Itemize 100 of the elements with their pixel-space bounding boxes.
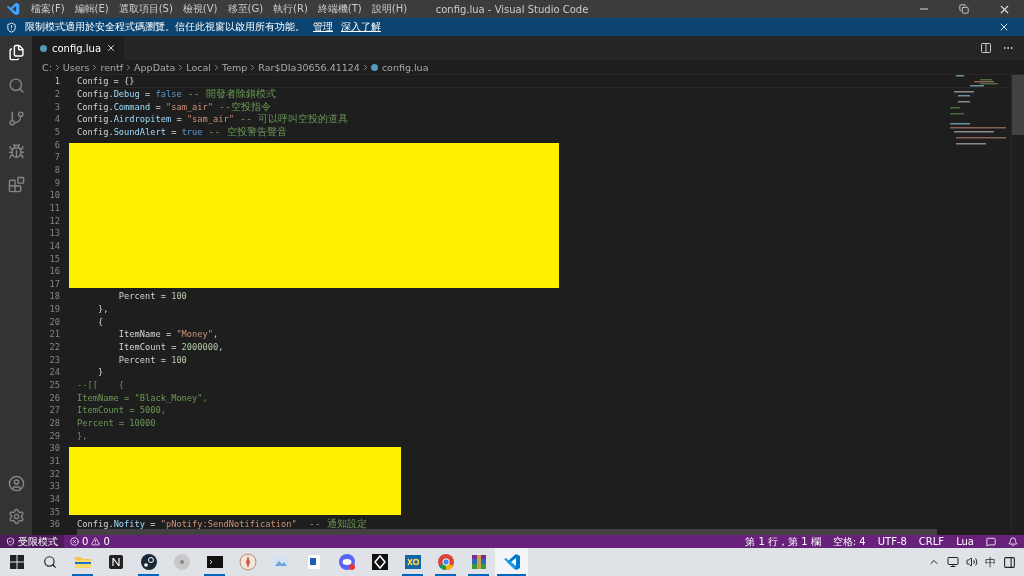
code-line: Config.Airdropitem = "sam_air" -- 可以呼叫空投的道具 [77,113,350,126]
error-count: 0 [82,536,89,547]
status-item[interactable]: 第 1 行，第 1 欄 [739,534,827,549]
code-line: } [96,366,105,379]
line-number: 17 [48,278,60,289]
line-number: 2 [53,89,60,99]
menu-item[interactable]: 檢視(V) [177,2,223,16]
game-icon [370,553,389,571]
breadcrumb-item[interactable]: Users [62,62,90,73]
lua-file-icon [370,64,378,71]
restore-icon [959,4,969,14]
breadcrumb-item[interactable]: C: [42,62,52,73]
window-title: config.lua - Visual Studio Code [435,3,589,15]
banner-message: 限制模式適用於安全程式碼瀏覽。信任此視窗以啟用所有功能。 [25,20,305,34]
notebook-icon [106,553,125,571]
code-line: Config.SoundAlert = true -- 空投警告聲音 [77,125,288,138]
breadcrumb-item[interactable]: config.lua [381,62,429,73]
code-line: Config.Nofity = "pNotify:SendNotification" -- 通知設定 [77,518,368,531]
breadcrumb-item[interactable]: rentf [100,62,124,73]
line-number: 12 [48,215,60,226]
code-editor-icon [502,553,521,571]
split-editor-icon[interactable] [980,42,992,54]
feedback-icon[interactable] [986,536,996,547]
menu-item[interactable]: 執行(R) [268,2,313,16]
warning-count: 0 [103,536,110,547]
editor-tab[interactable]: config.lua [32,36,125,60]
line-number: 1 [53,76,60,87]
shield-icon [6,537,15,546]
line-number: 30 [48,443,60,454]
status-item[interactable]: CRLF [912,536,951,547]
extensions-icon[interactable] [7,176,25,193]
line-number: 6 [53,139,60,150]
line-number: 24 [48,367,60,378]
problems-indicator[interactable]: 0 0 [64,536,116,547]
volume-icon[interactable] [966,556,978,568]
line-number: 13 [48,228,60,239]
menu-item[interactable]: 編輯(E) [69,2,114,16]
banner-link[interactable]: 管理 [313,20,333,34]
line-number: 31 [48,456,60,466]
browser-icon [436,553,455,571]
line-number: 32 [48,468,60,479]
files-icon[interactable] [7,44,25,61]
line-number: 19 [48,304,60,315]
line-number: 10 [48,190,60,201]
code-line: Percent = 100 [117,353,188,366]
line-number: 23 [48,354,60,365]
line-number: 33 [48,481,60,492]
line-number: 11 [48,202,60,213]
code-line: ItemName = "Black_Money", [77,391,209,404]
network-icon[interactable] [947,556,959,568]
compass-icon [238,553,257,571]
restricted-mode-indicator[interactable]: 受限模式 [0,535,64,548]
line-number: 8 [53,164,60,175]
xq-icon [403,553,422,571]
code-line: { [96,315,105,328]
code-line: Percent = 10000 [77,417,157,430]
lua-file-icon [40,44,47,52]
line-number: 35 [48,506,60,517]
shield-icon [6,21,17,33]
chat-icon [337,553,356,571]
line-number: 22 [48,342,60,353]
code-line: --[[ { [77,379,126,392]
settings-icon[interactable] [7,508,25,525]
close-icon[interactable] [106,43,117,53]
line-number: 7 [53,152,60,163]
status-item[interactable]: UTF-8 [871,536,913,547]
menu-item[interactable]: 說明(H) [366,2,413,16]
menu-item[interactable]: 選取項目(S) [113,2,178,16]
line-number: 26 [48,392,60,403]
breadcrumb-item[interactable]: Rar$DIa30656.41124 [258,62,360,73]
status-item[interactable]: Lua [950,536,980,547]
breadcrumb-item[interactable]: AppData [134,62,176,73]
line-number: 25 [48,380,60,391]
disc-icon [172,553,191,571]
menu-item[interactable]: 終端機(T) [312,2,367,16]
breadcrumb-item[interactable]: Local [186,62,211,73]
bell-icon[interactable] [1008,536,1018,547]
code-line: Percent = 100 [117,290,188,303]
code-line: }, [96,303,110,316]
menu-item[interactable]: 移至(G) [222,2,269,16]
line-number: 20 [48,316,60,327]
banner-link[interactable]: 深入了解 [341,20,381,34]
warning-icon [91,537,101,546]
search-icon[interactable] [7,77,25,94]
line-number: 21 [48,329,60,340]
account-icon[interactable] [7,475,25,492]
branch-icon[interactable] [7,110,25,127]
error-icon [70,537,79,546]
close-icon [998,21,1010,33]
breadcrumb-item[interactable]: Temp [221,62,248,73]
line-number: 27 [48,405,60,416]
menu-item[interactable]: 檔案(F) [26,2,70,16]
scrollbar-thumb [1012,75,1024,135]
run-debug-icon[interactable] [7,143,25,160]
code-line: Config.Command = "sam_air" --空投指令 [77,100,273,113]
notifications-icon[interactable] [1003,555,1016,569]
status-item[interactable]: 空格: 4 [826,534,872,549]
input-method[interactable]: 中 [985,554,996,570]
windows-icon [9,555,24,569]
code-line: Config.Debug = false -- 開發者除錯模式 [77,88,277,100]
